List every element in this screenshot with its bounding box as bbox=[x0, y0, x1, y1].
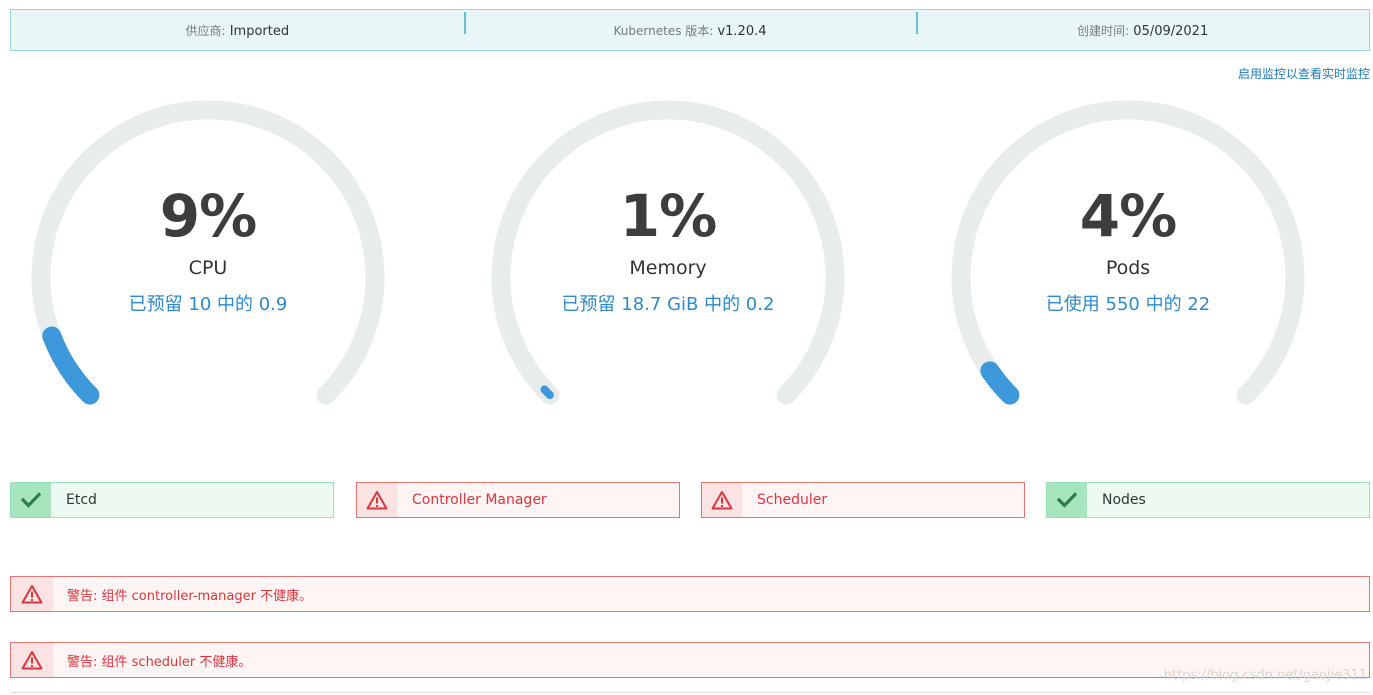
provider-label: 供应商: bbox=[185, 23, 226, 38]
gauge-track bbox=[491, 100, 845, 405]
alert-text: 警告: 组件 scheduler 不健康。 bbox=[67, 654, 252, 670]
kubernetes-version-info: Kubernetes 版本: v1.20.4 bbox=[463, 11, 917, 39]
memory-detail: 已预留 18.7 GiB 中的 0.2 bbox=[561, 294, 775, 315]
cluster-info-bar: 供应商: Imported Kubernetes 版本: v1.20.4 创建时… bbox=[10, 9, 1370, 51]
component-status-nodes: Nodes bbox=[1046, 482, 1370, 518]
alert-text: 警告: 组件 controller-manager 不健康。 bbox=[67, 588, 313, 604]
memory-percent: 1% bbox=[619, 182, 717, 250]
cpu-detail: 已预留 10 中的 0.9 bbox=[128, 294, 288, 315]
provider-info: 供应商: Imported bbox=[11, 22, 464, 39]
component-name: Scheduler bbox=[757, 492, 828, 508]
cpu-label: CPU bbox=[188, 257, 228, 279]
pods-percent: 4% bbox=[1079, 182, 1177, 250]
kubernetes-version-label: Kubernetes 版本: bbox=[613, 23, 714, 38]
warning-icon bbox=[11, 577, 53, 611]
warning-icon bbox=[11, 643, 53, 677]
pods-label: Pods bbox=[1105, 257, 1151, 279]
alert-controller-manager-unhealthy: 警告: 组件 controller-manager 不健康。 bbox=[10, 576, 1370, 612]
created-time-info: 创建时间: 05/09/2021 bbox=[916, 11, 1369, 39]
component-name: Nodes bbox=[1102, 492, 1146, 508]
watermark: https://blog.csdn.net/gaojie311 bbox=[1163, 668, 1367, 683]
warning-icon bbox=[357, 483, 397, 517]
memory-label: Memory bbox=[629, 257, 707, 279]
gauge-fill bbox=[980, 361, 1020, 405]
created-time-value: 05/09/2021 bbox=[1133, 23, 1209, 39]
warning-icon bbox=[702, 483, 742, 517]
divider bbox=[10, 692, 1370, 693]
pods-detail: 已使用 550 中的 22 bbox=[1045, 294, 1211, 315]
component-status-scheduler: Scheduler bbox=[701, 482, 1025, 518]
memory-gauge: 1% Memory 已预留 18.7 GiB 中的 0.2 bbox=[488, 97, 848, 407]
pods-gauge-arc bbox=[951, 100, 1305, 405]
pods-gauge: 4% Pods 已使用 550 中的 22 bbox=[948, 97, 1308, 407]
check-icon bbox=[1047, 483, 1087, 517]
enable-monitoring-link[interactable]: 启用监控以查看实时监控 bbox=[1238, 65, 1370, 82]
component-status-etcd: Etcd bbox=[10, 482, 334, 518]
cpu-percent: 9% bbox=[159, 182, 257, 250]
check-icon bbox=[11, 483, 51, 517]
provider-value: Imported bbox=[229, 23, 290, 39]
component-status-controller-manager: Controller Manager bbox=[356, 482, 680, 518]
gauge-track bbox=[31, 100, 385, 405]
gauge-fill bbox=[42, 326, 100, 405]
component-name: Controller Manager bbox=[412, 492, 547, 508]
cpu-gauge: 9% CPU 已预留 10 中的 0.9 bbox=[28, 97, 388, 407]
cpu-gauge-arc bbox=[31, 100, 385, 405]
created-time-label: 创建时间: bbox=[1077, 23, 1130, 38]
memory-gauge-arc bbox=[491, 100, 845, 405]
gauge-fill bbox=[540, 385, 554, 400]
component-name: Etcd bbox=[66, 492, 97, 508]
gauge-track bbox=[951, 100, 1305, 405]
kubernetes-version-value: v1.20.4 bbox=[717, 23, 767, 39]
